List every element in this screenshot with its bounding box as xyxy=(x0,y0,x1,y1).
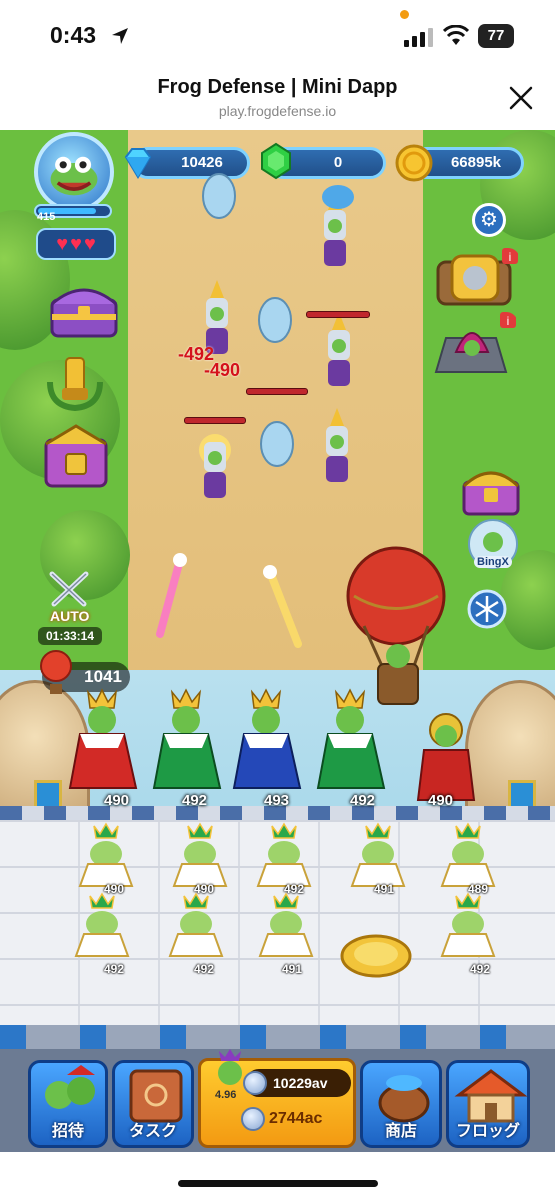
screen: 0:43 77 Frog Defense | Mini Dapp play.fr… xyxy=(0,0,555,1200)
home-indicator[interactable] xyxy=(178,1180,378,1187)
blue-king-frog[interactable] xyxy=(226,684,304,792)
bottom-nav: 招待 タスク 4.96 10229av 2744ac 商店 フロッグ xyxy=(0,1049,555,1152)
frog-level-badge: 492 xyxy=(469,962,491,976)
crossed-swords-icon[interactable] xyxy=(46,570,92,610)
radar-device-button[interactable]: i xyxy=(428,248,520,308)
tasks-button[interactable]: タスク xyxy=(112,1060,194,1148)
enemy-health-bar xyxy=(306,311,370,318)
king-level: 492 xyxy=(182,792,208,809)
shop-label: 商店 xyxy=(384,1123,417,1140)
wifi-icon xyxy=(443,25,469,45)
trophy-rank-button[interactable] xyxy=(44,352,106,412)
close-icon[interactable] xyxy=(507,84,535,112)
money-bag-icon xyxy=(378,1075,430,1123)
fish-enemy xyxy=(202,173,236,219)
heart-icon: ♥ xyxy=(56,233,69,255)
book-icon xyxy=(129,1069,183,1123)
center-upgrade-button[interactable]: 4.96 10229av 2744ac xyxy=(198,1049,356,1148)
tasks-label: タスク xyxy=(128,1123,177,1140)
svg-text:i: i xyxy=(509,250,512,264)
reward-chest-button[interactable] xyxy=(460,464,522,518)
invite-label: 招待 xyxy=(51,1123,84,1140)
empty-slot-coin[interactable] xyxy=(338,930,414,980)
frog-level-badge: 492 xyxy=(193,962,215,976)
gem-count: 0 xyxy=(333,154,343,171)
gold-count: 66895k xyxy=(450,154,502,171)
page-url: play.frogdefense.io xyxy=(218,103,337,119)
location-arrow-icon xyxy=(112,28,128,44)
mini-app-header: Frog Defense | Mini Dapp play.frogdefens… xyxy=(0,72,555,130)
diamond-icon xyxy=(124,148,152,179)
merge-frog-unit[interactable] xyxy=(436,890,500,960)
knight-enemy xyxy=(326,408,348,482)
magic-projectile xyxy=(156,553,187,638)
fish-enemy xyxy=(260,421,294,467)
frog-level-badge: 491 xyxy=(281,962,303,976)
shop-button[interactable]: 商店 xyxy=(360,1060,442,1148)
frogs-button[interactable]: フロッグ xyxy=(446,1060,530,1148)
red-king-frog[interactable] xyxy=(62,684,140,792)
recording-dot-icon xyxy=(400,10,409,19)
house-icon xyxy=(454,1069,528,1123)
game-viewport[interactable]: 415 ♥ ♥ ♥ 10426 0 66895k ⚙ AUTO 01:33:14… xyxy=(0,130,555,1152)
svg-text:i: i xyxy=(507,314,510,328)
king-level: 490 xyxy=(428,792,454,809)
merge-frog-unit[interactable] xyxy=(164,890,228,960)
status-time: 0:43 xyxy=(50,22,97,48)
lives-hearts: ♥ ♥ ♥ xyxy=(36,228,116,260)
frog-level-badge: 492 xyxy=(103,962,125,976)
enemy-health-bar xyxy=(184,417,246,424)
merge-frog-unit[interactable] xyxy=(254,890,318,960)
knight-enemy xyxy=(328,312,350,386)
enemy-health-bar xyxy=(246,388,308,395)
page-title: Frog Defense | Mini Dapp xyxy=(157,76,398,98)
frogs-label: フロッグ xyxy=(455,1123,520,1140)
silver-coin-icon xyxy=(243,1071,267,1095)
home-indicator-area xyxy=(0,1152,555,1200)
snowflake-button[interactable] xyxy=(466,588,508,630)
hooded-frog-character-button[interactable]: i xyxy=(426,312,518,378)
bingx-label: BingX xyxy=(474,556,512,568)
green-king-frog[interactable] xyxy=(146,684,224,792)
center-level: 4.96 xyxy=(215,1089,237,1101)
player-level: 415 xyxy=(37,211,56,223)
status-bar: 0:43 77 xyxy=(0,0,555,72)
damage-number: -490 xyxy=(204,360,241,380)
heart-icon: ♥ xyxy=(70,233,82,255)
castle-bottom-battlement xyxy=(0,1025,555,1049)
player-avatar[interactable] xyxy=(34,132,114,212)
green-gem-icon xyxy=(261,142,291,180)
king-level: 490 xyxy=(104,792,130,809)
fish-enemy xyxy=(322,185,354,209)
gear-icon: ⚙ xyxy=(480,209,498,231)
king-level: 493 xyxy=(264,792,290,809)
frog-friends-icon xyxy=(45,1065,95,1109)
cellular-signal-icon xyxy=(404,28,433,47)
locked-chest-button[interactable] xyxy=(38,422,114,492)
treasure-chest-button[interactable] xyxy=(42,280,126,340)
frog-face-icon xyxy=(50,156,98,196)
green-king-frog[interactable] xyxy=(310,684,388,792)
merge-frog-unit[interactable] xyxy=(70,890,134,960)
heart-icon: ♥ xyxy=(83,233,96,255)
frog-level-badge: 491 xyxy=(373,882,395,896)
fish-enemy xyxy=(258,297,292,343)
settings-button[interactable]: ⚙ xyxy=(472,203,506,237)
bingx-partner-button[interactable] xyxy=(458,518,528,580)
invite-button[interactable]: 招待 xyxy=(28,1060,108,1148)
knight-enemy xyxy=(199,434,231,498)
magic-projectile xyxy=(263,565,302,648)
king-level: 492 xyxy=(350,792,376,809)
battery-indicator: 77 xyxy=(478,24,514,48)
auto-mode-label[interactable]: AUTO xyxy=(50,608,89,624)
gold-coin-icon xyxy=(395,144,433,182)
silver-coin-icon xyxy=(241,1107,265,1131)
auto-timer: 01:33:14 xyxy=(38,627,102,645)
